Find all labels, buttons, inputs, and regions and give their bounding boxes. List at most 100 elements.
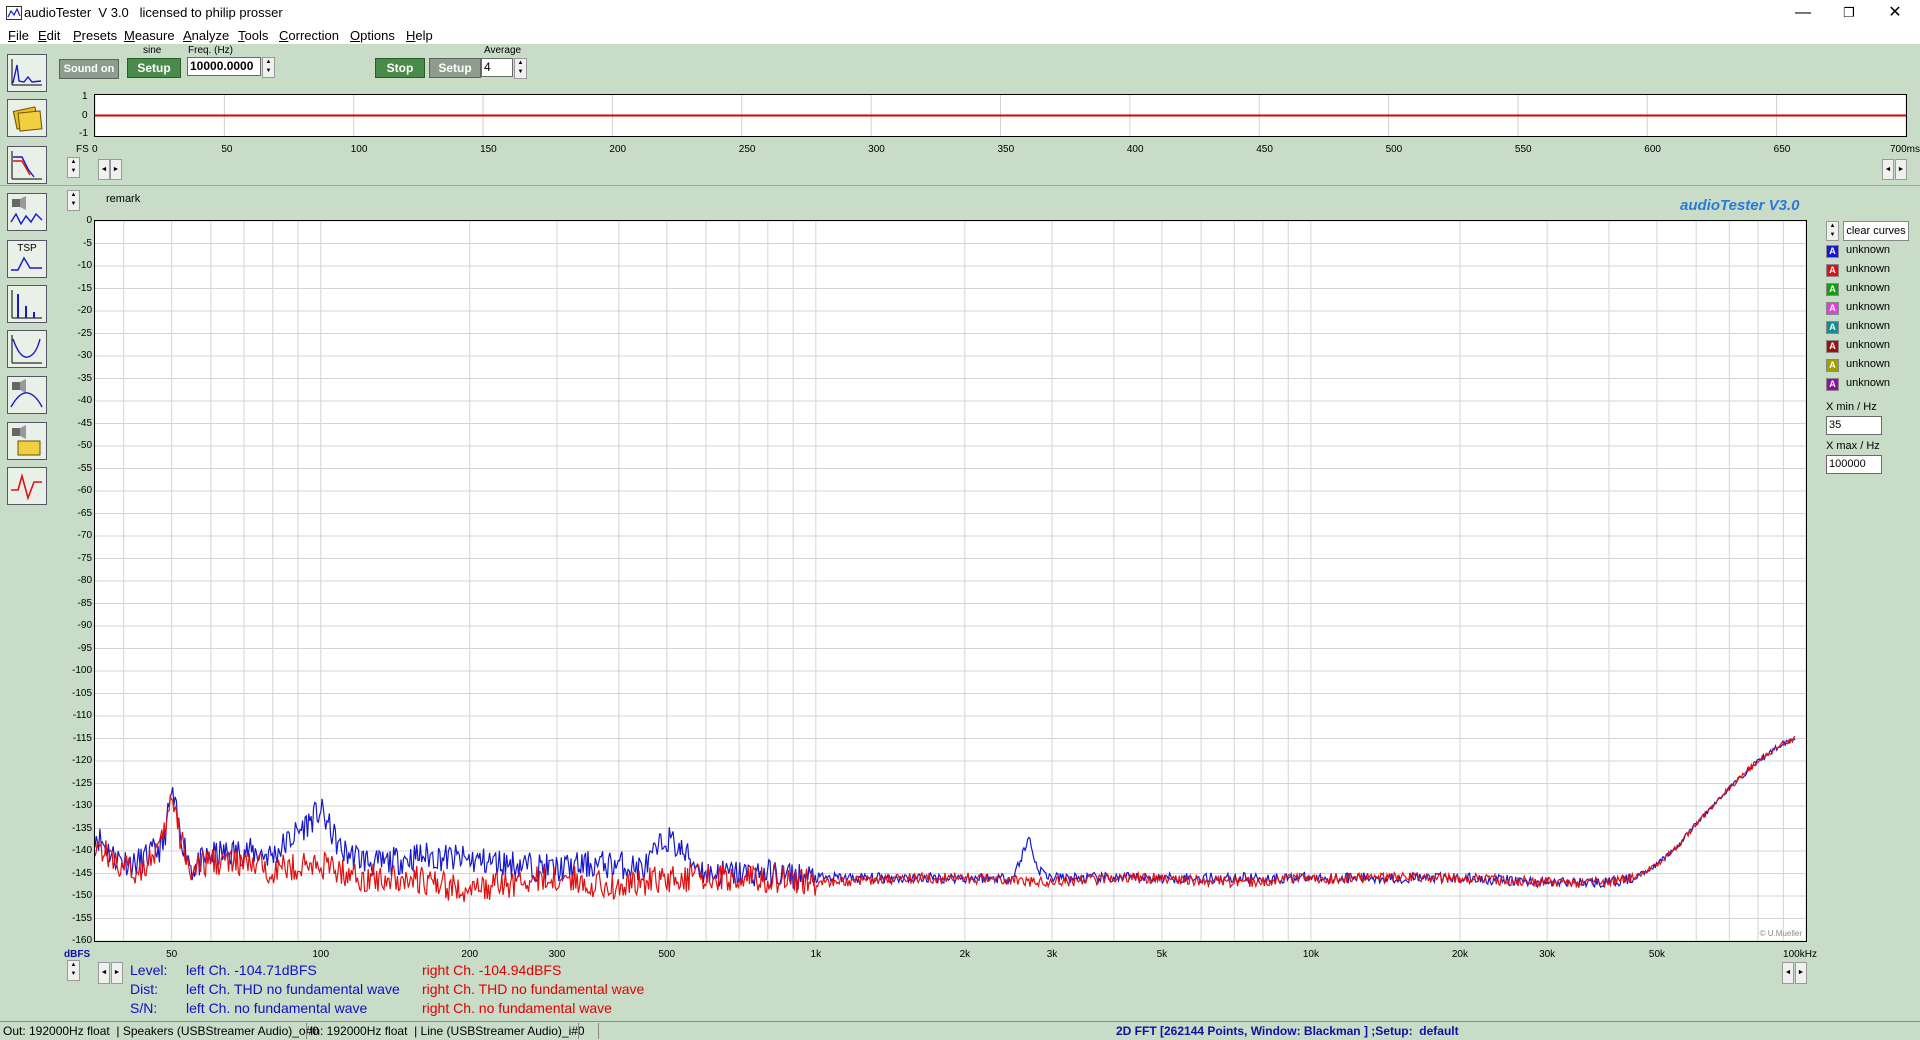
osc-scroll-right[interactable]: ► [110, 159, 122, 180]
spectrum-plot[interactable]: © U.Mueller [94, 220, 1807, 942]
osc-zoom-right[interactable]: ► [1895, 159, 1907, 180]
curve-label[interactable]: unknown [1846, 263, 1890, 275]
sound-on-button[interactable]: Sound on [59, 59, 119, 79]
minimize-button[interactable]: — [1780, 0, 1826, 26]
curve-label[interactable]: unknown [1846, 320, 1890, 332]
y-tick-label: -140 [71, 845, 92, 856]
curve-label[interactable]: unknown [1846, 377, 1890, 389]
analyzer-setup-button[interactable]: Setup [429, 58, 481, 78]
impedance-icon[interactable] [7, 330, 47, 368]
curve-toggle-button[interactable]: A [1826, 359, 1839, 372]
x-tick-label: 50 [166, 949, 178, 960]
menu-options[interactable]: Options [350, 28, 395, 43]
osc-zoom-left[interactable]: ◄ [1882, 159, 1894, 180]
y-tick-label: 0 [86, 215, 92, 226]
average-spinner[interactable]: ▲ ▼ [514, 58, 527, 79]
curves-scroll-spinner[interactable]: ▲ ▼ [1826, 221, 1839, 241]
osc-x-tick: 0 [92, 144, 98, 155]
main-zoom-right[interactable]: ► [1795, 962, 1807, 984]
frequency-response-icon[interactable] [7, 146, 47, 184]
step-response-icon[interactable] [7, 467, 47, 505]
level-left-value: left Ch. -104.71dBFS [186, 962, 317, 978]
menu-help[interactable]: Help [406, 28, 433, 43]
y-tick-label: -50 [77, 440, 92, 451]
curve-toggle-button[interactable]: A [1826, 245, 1839, 258]
osc-y-zoom-spinner[interactable]: ▲ ▼ [67, 157, 80, 178]
folders-icon[interactable] [7, 99, 47, 137]
sn-left-value: left Ch. no fundamental wave [186, 1000, 368, 1016]
menu-presets[interactable]: Presets [73, 28, 117, 43]
main-scroll-right[interactable]: ► [111, 962, 123, 984]
osc-x-tick: 200 [609, 144, 627, 155]
menu-analyze[interactable]: Analyze [183, 28, 229, 43]
average-input[interactable]: 4 [481, 58, 513, 77]
menu-file[interactable]: File [8, 28, 29, 43]
curve-label[interactable]: unknown [1846, 301, 1890, 313]
y-tick-label: -40 [77, 395, 92, 406]
distortion-icon[interactable] [7, 285, 47, 323]
menu-measure[interactable]: Measure [124, 28, 175, 43]
y-tick-label: -25 [77, 327, 92, 339]
speaker-filter-icon[interactable] [7, 376, 47, 414]
stop-button[interactable]: Stop [375, 58, 425, 78]
status-separator [598, 1023, 599, 1039]
oscilloscope-plot[interactable] [94, 94, 1907, 137]
y-tick-label: -70 [77, 530, 92, 541]
close-button[interactable]: ✕ [1872, 0, 1918, 26]
clear-curves-button[interactable]: clear curves [1843, 221, 1909, 241]
frequency-input[interactable]: 10000.0000 [187, 57, 261, 76]
fft-spectrum-icon[interactable] [7, 54, 47, 92]
osc-y-tick: 1 [82, 91, 88, 102]
xmax-input[interactable]: 100000 [1826, 455, 1882, 474]
curve-label[interactable]: unknown [1846, 282, 1890, 294]
menu-tools[interactable]: Tools [238, 28, 268, 43]
osc-x-tick: 250 [738, 144, 756, 155]
osc-scroll-left[interactable]: ◄ [98, 159, 110, 180]
tsp-icon[interactable]: TSP [7, 240, 47, 278]
y-tick-label: -120 [71, 755, 92, 766]
status-separator [306, 1023, 307, 1039]
y-tick-label: -155 [71, 912, 92, 924]
main-y-zoom-spinner[interactable]: ▲ ▼ [67, 190, 80, 211]
y-tick-label: -145 [71, 867, 92, 879]
speaker-folder-icon[interactable] [7, 422, 47, 460]
y-tick-label: -15 [77, 282, 92, 294]
frequency-spinner[interactable]: ▲ ▼ [262, 57, 275, 78]
main-zoom-left[interactable]: ◄ [1782, 962, 1794, 984]
x-tick-label: 2k [959, 949, 971, 960]
curve-toggle-button[interactable]: A [1826, 302, 1839, 315]
restore-button[interactable]: ❐ [1826, 0, 1872, 26]
x-tick-label: 1k [810, 949, 822, 960]
y-tick-label: -110 [72, 710, 92, 721]
x-tick-label: 10k [1302, 949, 1319, 960]
generator-setup-button[interactable]: Setup [127, 58, 181, 78]
speaker-waveform-icon[interactable] [7, 193, 47, 231]
x-tick-label: 500 [658, 949, 676, 960]
curve-toggle-button[interactable]: A [1826, 340, 1839, 353]
curve-toggle-button[interactable]: A [1826, 321, 1839, 334]
menu-edit[interactable]: Edit [38, 28, 60, 43]
curve-toggle-button[interactable]: A [1826, 283, 1839, 296]
tsp-icon-label: TSP [17, 243, 37, 254]
app-icon [6, 6, 22, 20]
menu-correction[interactable]: Correction [279, 28, 339, 43]
y-tick-label: -45 [77, 417, 92, 429]
curve-toggle-button[interactable]: A [1826, 378, 1839, 391]
curve-label[interactable]: unknown [1846, 339, 1890, 351]
curve-label[interactable]: unknown [1846, 358, 1890, 370]
y-tick-label: -95 [77, 642, 92, 654]
curve-label[interactable]: unknown [1846, 244, 1890, 256]
spectrum-svg [94, 220, 1807, 942]
sn-right-value: right Ch. no fundamental wave [422, 1000, 612, 1016]
main-scroll-left[interactable]: ◄ [98, 962, 110, 984]
curve-toggle-button[interactable]: A [1826, 264, 1839, 277]
y-tick-label: -35 [77, 372, 92, 384]
main-x-zoom-spinner[interactable]: ▲ ▼ [67, 960, 80, 981]
status-mode: 2D FFT [262144 Points, Window: Blackman … [1116, 1024, 1459, 1038]
title-bar: audioTester V 3.0 licensed to philip pro… [0, 0, 1920, 26]
y-tick-label: -150 [71, 890, 92, 901]
x-tick-label: 300 [548, 949, 566, 960]
xmin-input[interactable]: 35 [1826, 416, 1882, 435]
osc-x-tick: 150 [480, 144, 497, 155]
remark-label[interactable]: remark [106, 193, 140, 205]
